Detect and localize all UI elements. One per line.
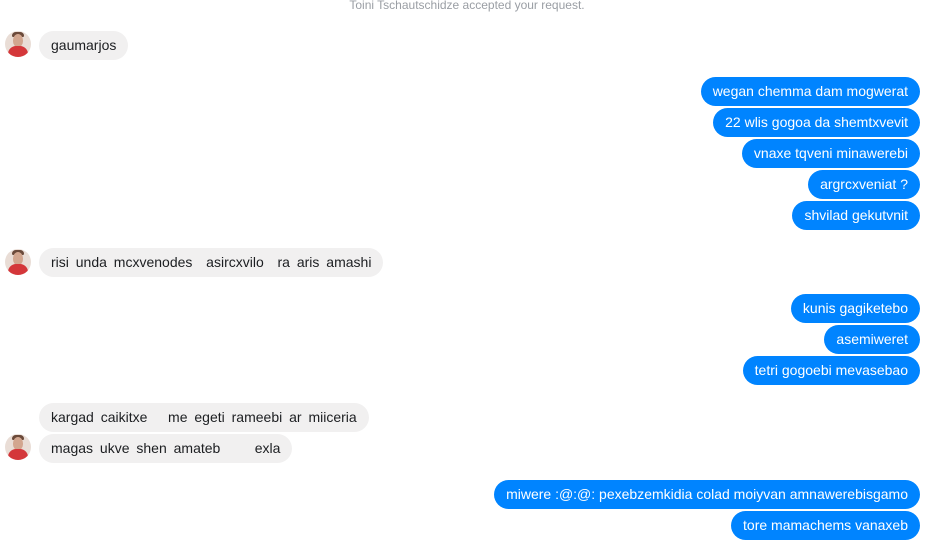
message-bubble-outgoing[interactable]: vnaxe tqveni minawerebi xyxy=(741,139,920,168)
message-bubble-outgoing[interactable]: miwere :@:@: pexebzemkidia colad moiyvan… xyxy=(494,480,920,509)
contact-avatar[interactable] xyxy=(5,249,31,275)
message-bubble-outgoing[interactable]: kunis gagiketebo xyxy=(790,294,920,323)
message-bubble-outgoing[interactable]: argrcxveniat ? xyxy=(808,170,920,199)
contact-avatar[interactable] xyxy=(5,434,31,460)
message-bubble-outgoing[interactable]: asemiweret xyxy=(824,325,920,354)
message-bubble-incoming[interactable]: kargad caikitxe me egeti rameebi ar miic… xyxy=(39,403,369,432)
message-bubble-incoming[interactable]: risi unda mcxvenodes asircxvilo ra aris … xyxy=(39,248,384,277)
message-bubble-incoming[interactable]: magas ukve shen amateb exla xyxy=(39,434,293,463)
request-accepted-notice: Toini Tschautschidze accepted your reque… xyxy=(349,0,585,12)
message-bubble-outgoing[interactable]: 22 wlis gogoa da shemtxvevit xyxy=(713,108,920,137)
message-bubble-outgoing[interactable]: tore mamachems vanaxeb xyxy=(731,511,920,540)
message-bubble-incoming[interactable]: gaumarjos xyxy=(39,31,129,60)
message-bubble-outgoing[interactable]: wegan chemma dam mogwerat xyxy=(700,77,920,106)
contact-avatar[interactable] xyxy=(5,31,31,57)
message-bubble-outgoing[interactable]: shvilad gekutvnit xyxy=(792,201,920,230)
message-bubble-outgoing[interactable]: tetri gogoebi mevasebao xyxy=(742,356,920,385)
